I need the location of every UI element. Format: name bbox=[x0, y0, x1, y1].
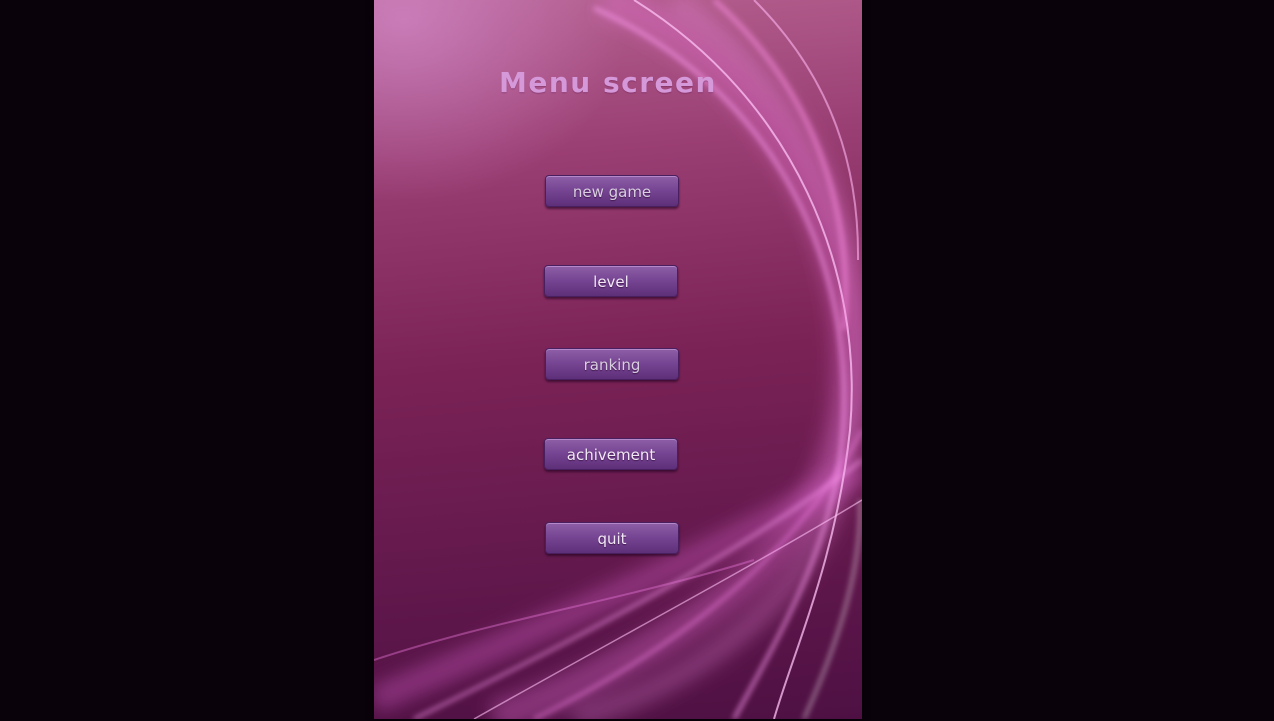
page-title: Menu screen bbox=[499, 66, 717, 99]
quit-button[interactable]: quit bbox=[545, 522, 679, 554]
game-screen: Menu screen new game level ranking achiv… bbox=[374, 0, 862, 719]
achivement-button[interactable]: achivement bbox=[544, 438, 678, 470]
ranking-button[interactable]: ranking bbox=[545, 348, 679, 380]
new-game-button[interactable]: new game bbox=[545, 175, 679, 207]
letterbox-background: Menu screen new game level ranking achiv… bbox=[0, 0, 1274, 721]
level-button[interactable]: level bbox=[544, 265, 678, 297]
